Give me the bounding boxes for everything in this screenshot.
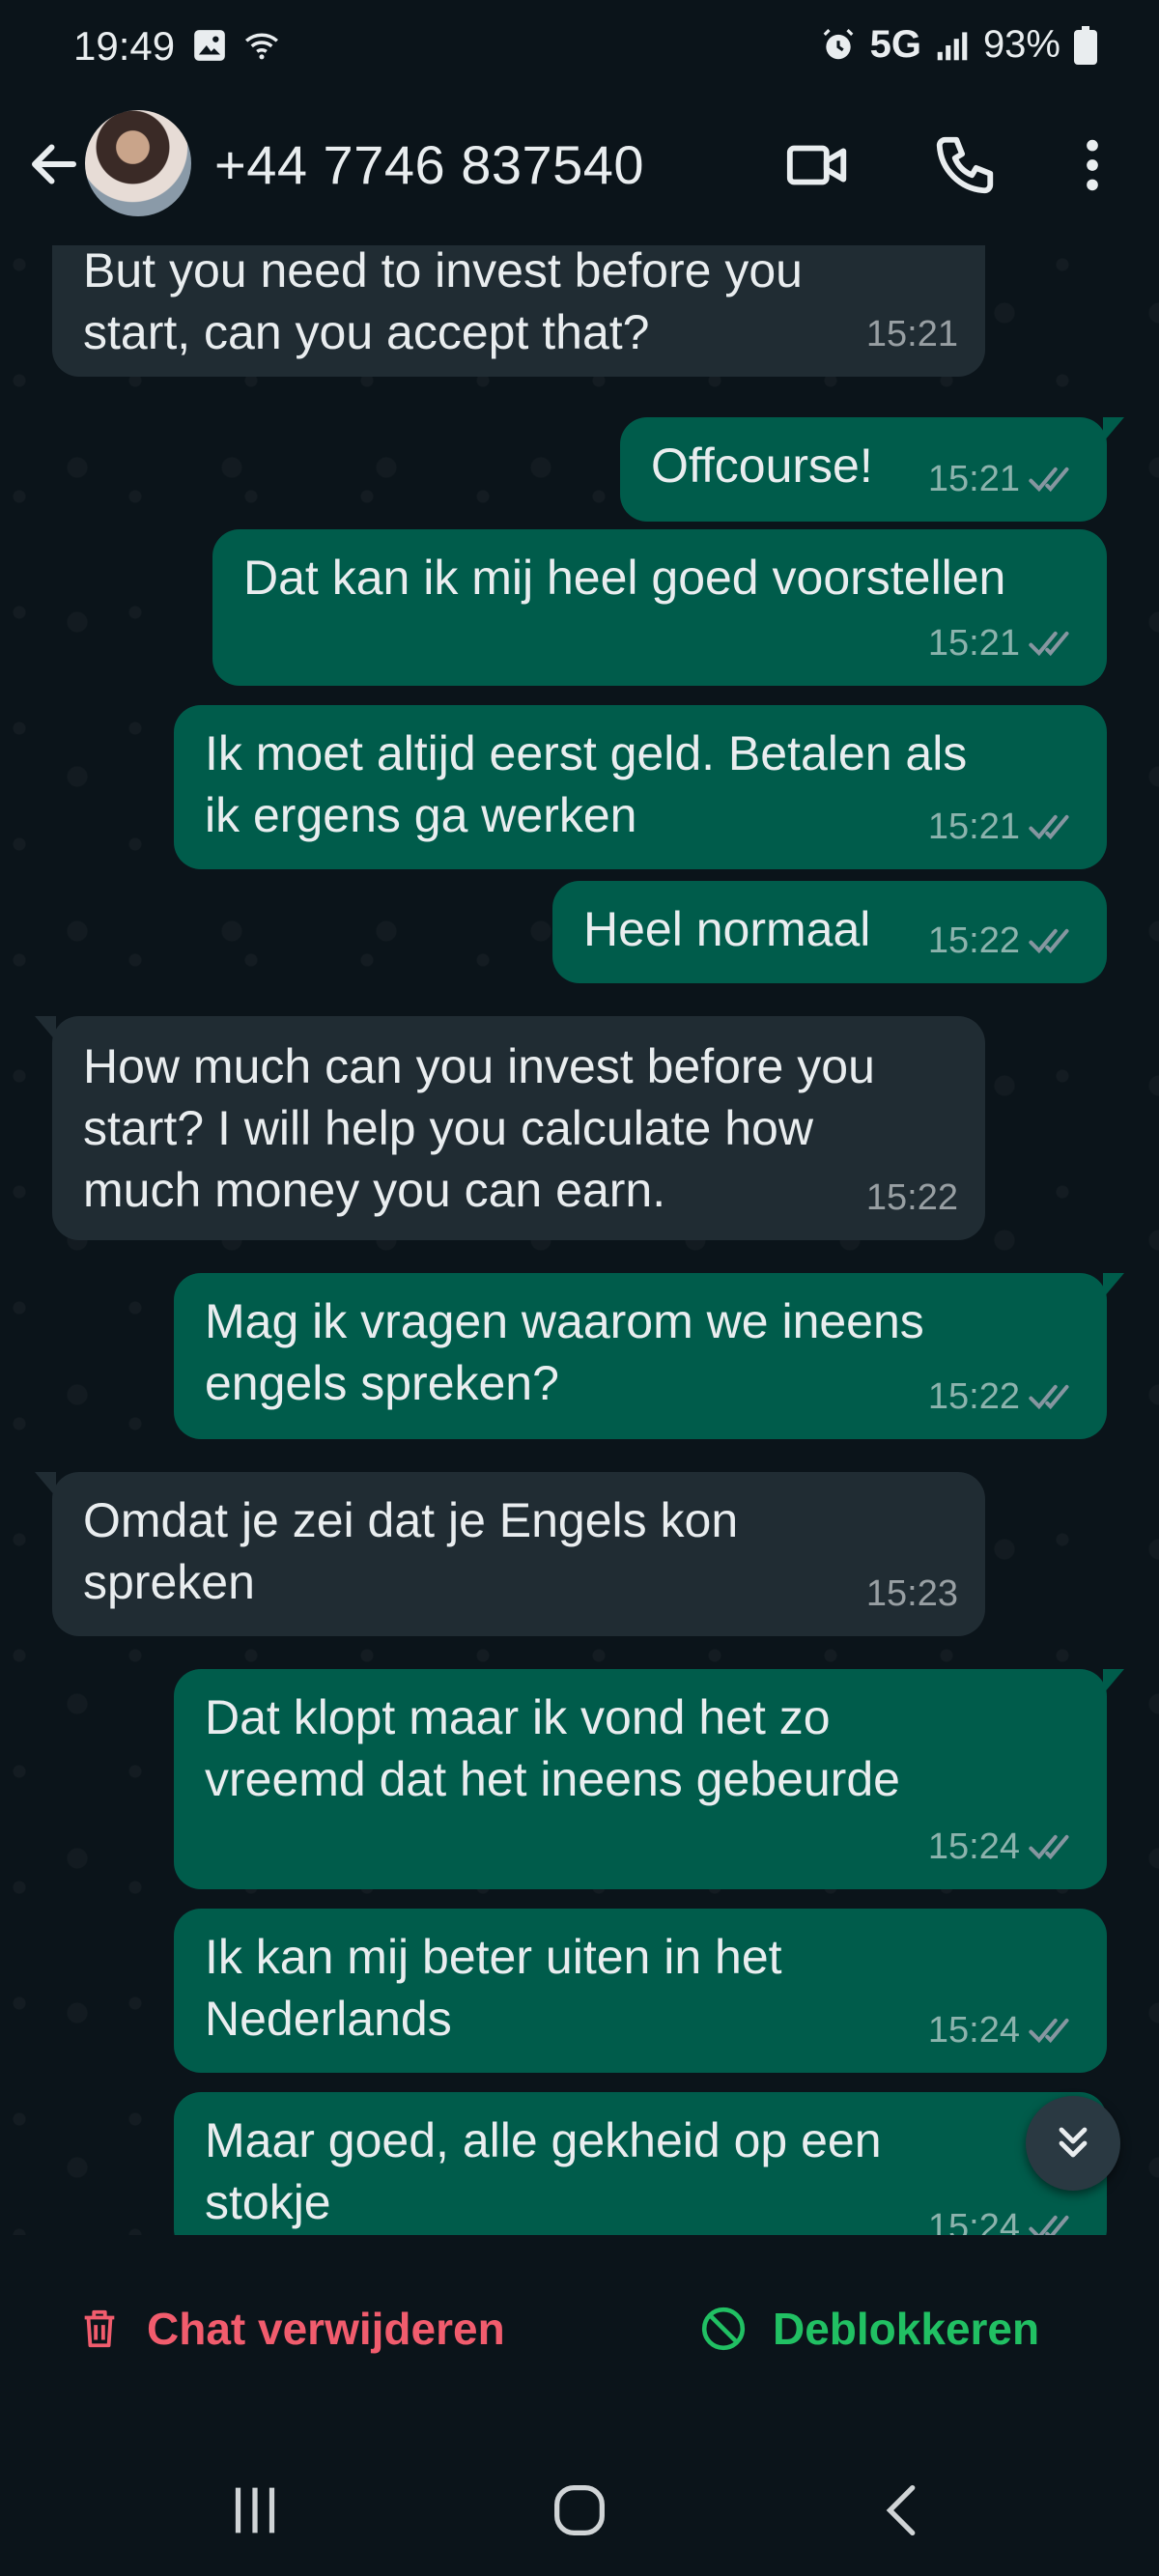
voice-call-icon[interactable] (931, 131, 999, 199)
message-outgoing[interactable]: Ik kan mij beter uiten in het Nederlands… (174, 1909, 1107, 2073)
message-time: 15:22 (865, 1177, 958, 1218)
message-incoming[interactable]: But you need to invest before you start,… (52, 245, 985, 377)
scroll-to-bottom-button[interactable] (1026, 2096, 1120, 2191)
read-ticks-icon (1029, 631, 1069, 657)
message-outgoing[interactable]: Heel normaal 15:22 (552, 881, 1107, 983)
read-ticks-icon (1029, 1834, 1069, 1860)
message-outgoing[interactable]: Maar goed, alle gekheid op een stokje 15… (174, 2092, 1107, 2235)
back-nav-icon[interactable] (865, 2477, 943, 2544)
network-type: 5G (869, 23, 921, 66)
video-call-icon[interactable] (784, 131, 852, 199)
trash-icon (84, 2309, 115, 2348)
delete-chat-label: Chat verwijderen (147, 2304, 505, 2354)
message-text: But you need to invest before you start,… (83, 245, 803, 359)
chat-header: +44 7746 837540 (0, 100, 1159, 245)
message-outgoing[interactable]: Mag ik vragen waarom we ineens engels sp… (174, 1273, 1124, 1439)
battery-percent: 93% (982, 23, 1060, 66)
message-incoming[interactable]: Omdat je zei dat je Engels kon spreken 1… (35, 1472, 985, 1636)
message-text: Dat kan ik mij heel goed voorstellen (243, 551, 1006, 605)
unblock-label: Deblokkeren (773, 2304, 1040, 2354)
read-ticks-icon (1029, 814, 1069, 840)
read-ticks-icon (1029, 928, 1069, 954)
message-text: Heel normaal (583, 902, 871, 956)
image-icon (194, 30, 225, 61)
message-time: 15:21 (927, 459, 1020, 499)
message-outgoing[interactable]: Offcourse! 15:21 (620, 417, 1124, 522)
read-ticks-icon (1029, 1384, 1069, 1410)
message-text: Mag ik vragen waarom we ineens engels sp… (205, 1294, 924, 1410)
message-text: Omdat je zei dat je Engels kon spreken (83, 1493, 739, 1609)
message-outgoing[interactable]: Ik moet altijd eerst geld. Betalen als i… (174, 705, 1107, 869)
message-time: 15:22 (927, 920, 1020, 961)
message-text: How much can you invest before you start… (83, 1039, 875, 1217)
recent-apps-icon[interactable] (216, 2477, 294, 2544)
message-text: Offcourse! (651, 439, 873, 493)
status-bar: 19:49 5G 93% (0, 0, 1159, 100)
home-icon[interactable] (541, 2477, 618, 2544)
delete-chat-button[interactable]: Chat verwijderen (77, 2303, 505, 2355)
blocked-chat-actions: Chat verwijderen Deblokkeren (0, 2235, 1159, 2438)
message-time: 15:24 (927, 1826, 1020, 1867)
message-text: Ik kan mij beter uiten in het Nederlands (205, 1930, 782, 2046)
message-incoming[interactable]: How much can you invest before you start… (35, 1016, 985, 1240)
signal-icon (937, 31, 968, 60)
read-ticks-icon (1029, 467, 1069, 493)
alarm-icon (823, 28, 853, 59)
message-time: 15:22 (927, 1376, 1020, 1417)
message-text: Dat klopt maar ik vond het zo vreemd dat… (205, 1690, 900, 1806)
message-text: Maar goed, alle gekheid op een stokje (205, 2113, 882, 2229)
message-time: 15:21 (865, 314, 958, 354)
message-list[interactable]: But you need to invest before you start,… (0, 245, 1159, 2235)
back-arrow-icon[interactable] (25, 135, 83, 193)
message-outgoing[interactable]: Dat klopt maar ik vond het zo vreemd dat… (174, 1669, 1124, 1889)
contact-name[interactable]: +44 7746 837540 (214, 133, 644, 196)
read-ticks-icon (1029, 2215, 1069, 2235)
message-time: 15:21 (927, 807, 1020, 847)
message-time: 15:23 (865, 1573, 958, 1614)
message-outgoing[interactable]: Dat kan ik mij heel goed voorstellen 15:… (212, 529, 1107, 686)
system-nav-bar (0, 2438, 1159, 2576)
unblock-button[interactable]: Deblokkeren (699, 2303, 1039, 2355)
battery-icon (1074, 25, 1097, 65)
status-time: 19:49 (73, 23, 176, 69)
message-time: 15:21 (927, 623, 1020, 664)
wifi-icon (245, 33, 278, 60)
message-time: 15:24 (927, 2010, 1020, 2051)
message-text: Ik moet altijd eerst geld. Betalen als i… (205, 726, 968, 842)
double-chevron-down-icon (1059, 2127, 1088, 2158)
message-time: 15:24 (927, 2207, 1020, 2235)
avatar[interactable] (85, 110, 191, 216)
block-icon (701, 2307, 746, 2351)
read-ticks-icon (1029, 2018, 1069, 2044)
more-options-icon[interactable] (1059, 131, 1126, 199)
